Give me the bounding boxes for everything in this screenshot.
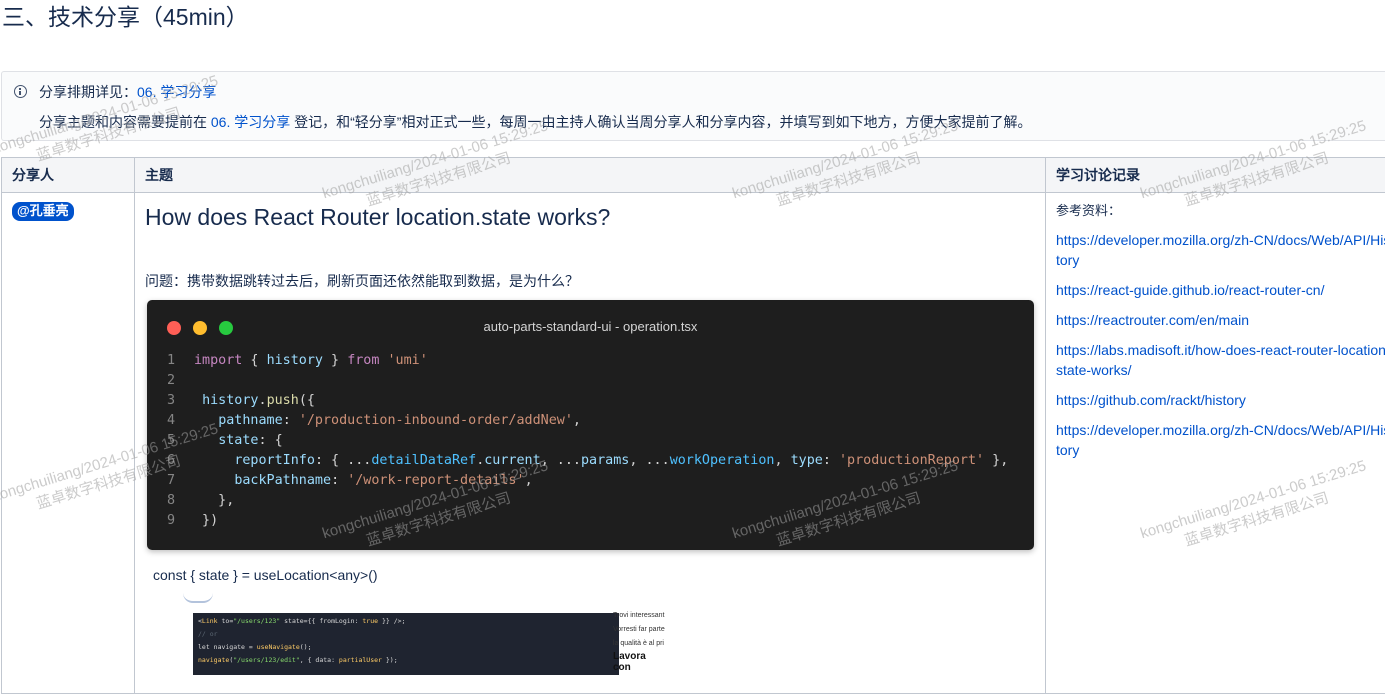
reference-link[interactable]: https://react-guide.github.io/react-rout… [1056,280,1385,300]
question-text: 问题：携带数据跳转过去后，刷新页面还依然能取到数据，是为什么？ [145,271,579,291]
table-row: @孔垂亮 How does React Router location.stat… [2,193,1385,694]
code-block: 1import { history } from 'umi' 2 3 histo… [167,351,1008,531]
topic-title: How does React Router location.state wor… [145,203,610,231]
reference-link[interactable]: https://labs.madisoft.it/how-does-react-… [1056,340,1385,380]
partial-image-edge [183,593,213,603]
embedded-article-screenshot[interactable]: <Link to="/users/123" state={{ fromLogin… [147,603,665,683]
header-sharer: 分享人 [2,158,135,193]
screenshot-side-heading: Lavora con [613,651,665,673]
sharing-table: 分享人 主题 学习讨论记录 @孔垂亮 How does React Router… [1,157,1385,694]
reference-link[interactable]: https://developer.mozilla.org/zh-CN/docs… [1056,420,1385,460]
info-schedule-text: 分享排期详见： [39,84,137,100]
use-location-line: const { state } = useLocation<any>() [153,566,378,584]
screenshot-side-text: Trovi interessant Vorresti far parte la … [613,609,665,651]
table-header-row: 分享人 主题 学习讨论记录 [2,158,1385,193]
header-notes: 学习讨论记录 [1046,158,1385,193]
references-label: 参考资料： [1056,202,1385,220]
info-instructions-suffix: 登记，和“轻分享”相对正式一些，每周一由主持人确认当周分享人和分享内容，并填写到… [294,114,1031,130]
info-instructions-prefix: 分享主题和内容需要提前在 [39,114,207,130]
header-topic: 主题 [135,158,1046,193]
section-title: 三、技术分享（45min） [2,2,249,32]
info-panel: 分享排期详见：06. 学习分享 分享主题和内容需要提前在 06. 学习分享 登记… [1,71,1385,141]
user-mention[interactable]: @孔垂亮 [12,202,74,221]
info-icon [14,85,27,98]
screenshot-code: <Link to="/users/123" state={{ fromLogin… [193,613,619,675]
cell-sharer: @孔垂亮 [2,193,135,694]
info-line-schedule: 分享排期详见：06. 学习分享 [39,83,216,101]
info-line-instructions: 分享主题和内容需要提前在 06. 学习分享 登记，和“轻分享”相对正式一些，每周… [39,113,1031,131]
cell-notes: 参考资料： https://developer.mozilla.org/zh-C… [1046,193,1385,694]
register-link[interactable]: 06. 学习分享 [211,114,290,130]
cell-topic: How does React Router location.state wor… [135,193,1046,694]
reference-link[interactable]: https://developer.mozilla.org/zh-CN/docs… [1056,230,1385,270]
code-screenshot: auto-parts-standard-ui - operation.tsx 1… [147,300,1034,550]
code-window-title: auto-parts-standard-ui - operation.tsx [147,319,1034,334]
reference-link[interactable]: https://reactrouter.com/en/main [1056,310,1385,330]
reference-link[interactable]: https://github.com/rackt/history [1056,390,1385,410]
schedule-link[interactable]: 06. 学习分享 [137,84,216,100]
